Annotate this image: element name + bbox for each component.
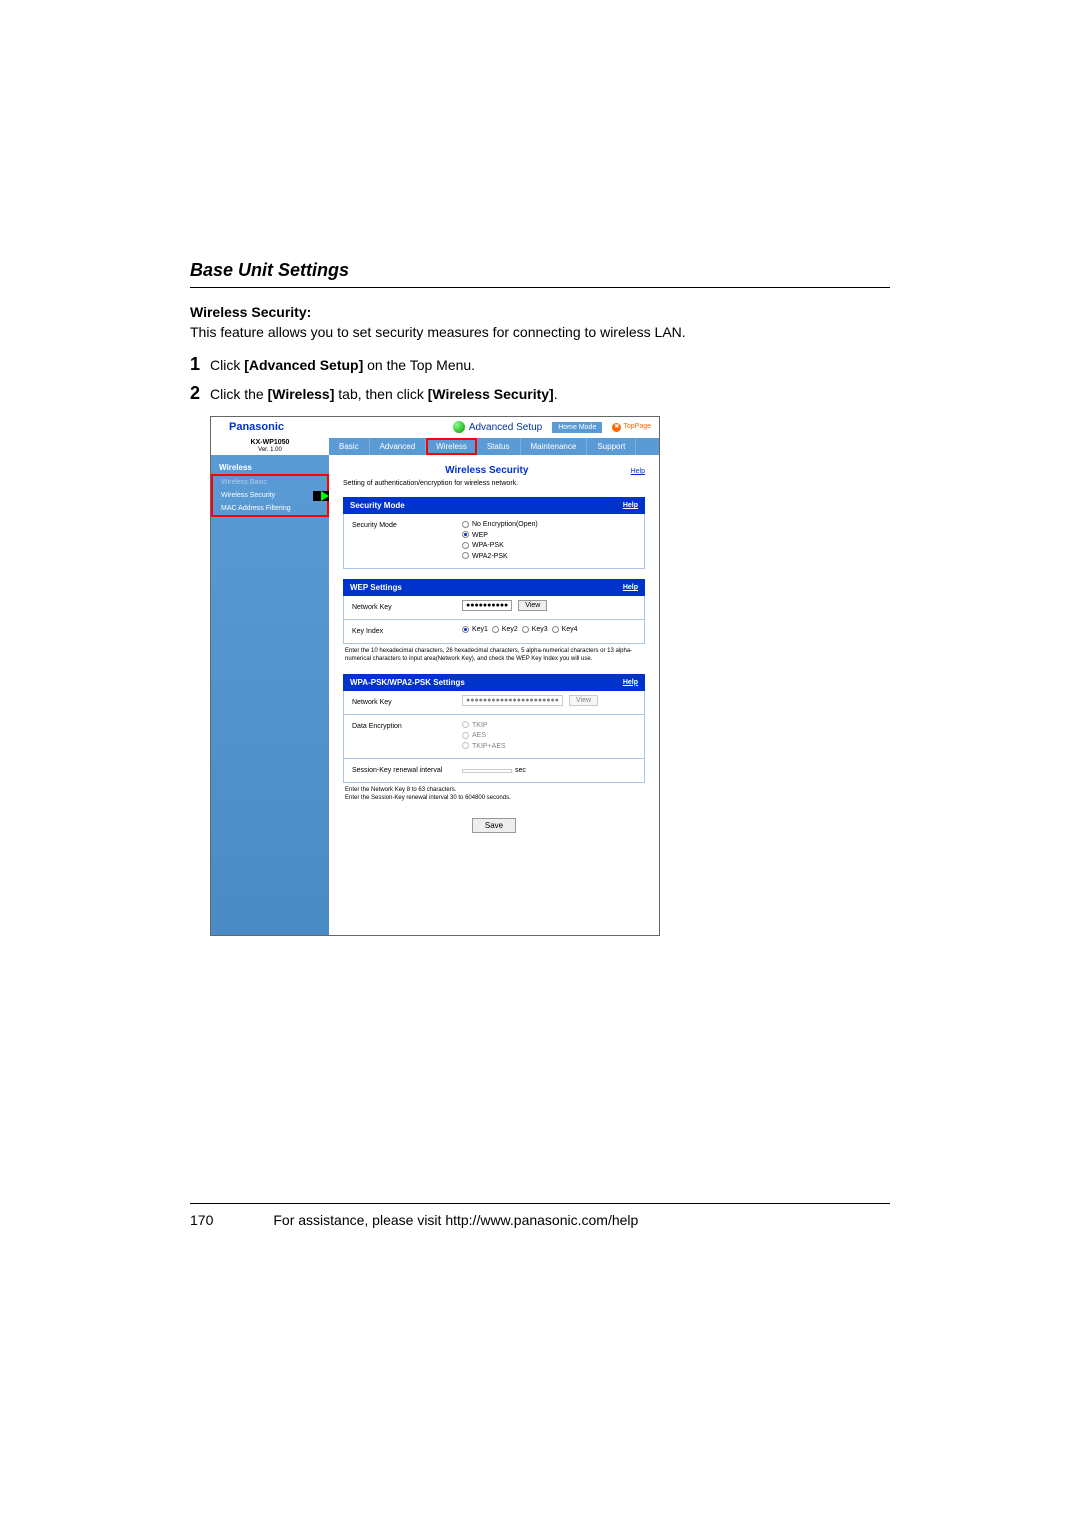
radio-key1[interactable]: Key1 — [462, 626, 488, 633]
radio-tkip[interactable]: TKIP — [462, 721, 636, 732]
view-button[interactable]: View — [518, 600, 547, 611]
advanced-setup-label: Advanced Setup — [469, 422, 542, 433]
toppage-link[interactable]: TopPage — [612, 423, 651, 432]
session-key-label: Session-Key renewal interval — [344, 759, 454, 782]
radio-no-encryption[interactable]: No Encryption(Open) — [462, 520, 636, 531]
panasonic-logo: Panasonic — [219, 421, 284, 433]
step-number: 2 — [190, 383, 210, 404]
tab-basic[interactable]: Basic — [329, 438, 370, 455]
radio-key2[interactable]: Key2 — [492, 626, 518, 633]
radio-key3[interactable]: Key3 — [522, 626, 548, 633]
help-link[interactable]: Help — [623, 502, 638, 509]
wpa-settings-bar: WPA-PSK/WPA2-PSK Settings Help — [343, 674, 645, 691]
security-mode-label: Security Mode — [344, 514, 454, 568]
sidebar-item-wireless-basic[interactable]: Wireless Basic — [213, 476, 327, 489]
tab-maintenance[interactable]: Maintenance — [521, 438, 588, 455]
wep-network-key-label: Network Key — [344, 596, 454, 619]
globe-icon — [453, 421, 465, 433]
data-encryption-label: Data Encryption — [344, 715, 454, 759]
sidebar-item-wireless-security[interactable]: Wireless Security — [213, 489, 327, 502]
main-panel: Wireless Security Help Setting of authen… — [329, 455, 659, 935]
tab-bar: Basic Advanced Wireless Status Maintenan… — [329, 438, 659, 455]
tab-wireless[interactable]: Wireless — [426, 438, 477, 455]
router-screenshot: Panasonic Advanced Setup Home Mode TopPa… — [210, 416, 660, 936]
wireless-security-heading: Wireless Security: — [190, 304, 890, 320]
view-button: View — [569, 695, 598, 706]
feature-description: This feature allows you to set security … — [190, 324, 890, 340]
radio-wep[interactable]: WEP — [462, 531, 636, 542]
footer-text: For assistance, please visit http://www.… — [273, 1212, 638, 1228]
step-1: 1 Click [Advanced Setup] on the Top Menu… — [190, 354, 890, 375]
wpa-network-key-input[interactable]: ●●●●●●●●●●●●●●●●●●●●●● — [462, 695, 563, 706]
radio-wpa2-psk[interactable]: WPA2-PSK — [462, 552, 636, 563]
security-mode-bar: Security Mode Help — [343, 497, 645, 514]
sidebar: Wireless Wireless Basic Wireless Securit… — [211, 455, 329, 935]
step-text-bold: [Advanced Setup] — [244, 357, 363, 373]
wep-network-key-input[interactable]: ●●●●●●●●●● — [462, 600, 512, 611]
panel-title: Wireless Security — [343, 465, 631, 476]
tab-status[interactable]: Status — [477, 438, 521, 455]
radio-aes[interactable]: AES — [462, 731, 636, 742]
page-number: 170 — [190, 1212, 213, 1228]
arrow-right-icon — [321, 491, 329, 501]
tab-support[interactable]: Support — [587, 438, 636, 455]
step-2: 2 Click the [Wireless] tab, then click [… — [190, 383, 890, 404]
radio-key4[interactable]: Key4 — [552, 626, 578, 633]
tab-advanced[interactable]: Advanced — [370, 438, 427, 455]
step-text-pre: Click the — [210, 386, 268, 402]
page-footer: 170 For assistance, please visit http://… — [190, 1203, 890, 1228]
wpa-network-key-label: Network Key — [344, 691, 454, 714]
step-text-mid: tab, then click — [334, 386, 427, 402]
sidebar-item-mac-filtering[interactable]: MAC Address Filtering — [213, 502, 327, 515]
key-index-label: Key Index — [344, 620, 454, 643]
help-link[interactable]: Help — [623, 584, 638, 591]
wpa-note: Enter the Network Key 8 to 63 characters… — [343, 783, 645, 813]
help-link[interactable]: Help — [631, 468, 645, 475]
section-title: Base Unit Settings — [190, 260, 890, 288]
sec-unit: sec — [515, 767, 526, 774]
panel-subtitle: Setting of authentication/encryption for… — [343, 480, 645, 487]
session-key-input[interactable] — [462, 769, 512, 773]
radio-wpa-psk[interactable]: WPA-PSK — [462, 541, 636, 552]
step-text-bold: [Wireless] — [268, 386, 335, 402]
radio-tkip-aes[interactable]: TKIP+AES — [462, 742, 636, 753]
home-mode-badge[interactable]: Home Mode — [552, 422, 602, 433]
step-text-bold2: [Wireless Security] — [428, 386, 554, 402]
wep-settings-bar: WEP Settings Help — [343, 579, 645, 596]
step-text-post: on the Top Menu. — [363, 357, 475, 373]
help-link[interactable]: Help — [623, 679, 638, 686]
wep-note: Enter the 10 hexadecimal characters, 26 … — [343, 644, 645, 674]
step-text-post: . — [554, 386, 558, 402]
model-label: KX-WP1050 Ver. 1.00 — [211, 437, 329, 455]
save-button[interactable]: Save — [472, 818, 516, 833]
step-text-pre: Click — [210, 357, 244, 373]
step-number: 1 — [190, 354, 210, 375]
sidebar-heading-wireless: Wireless — [211, 461, 329, 474]
